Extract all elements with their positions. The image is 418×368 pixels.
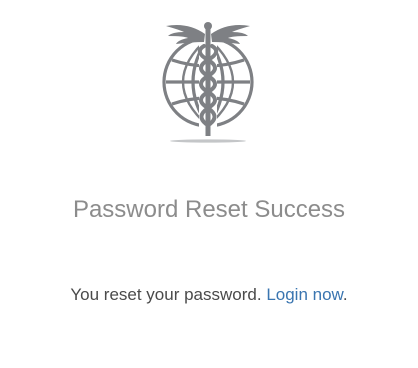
reset-message: You reset your password. Login now.: [0, 285, 418, 305]
message-trailing: .: [342, 285, 348, 304]
message-text: You reset your password.: [70, 285, 262, 304]
page-title: Password Reset Success: [72, 196, 346, 223]
caduceus-globe-icon: [158, 20, 258, 144]
login-link[interactable]: Login now: [266, 285, 343, 304]
